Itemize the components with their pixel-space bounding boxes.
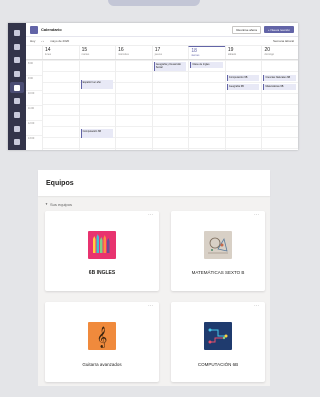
chat-icon[interactable] [10, 41, 24, 53]
time-label: 11:00 [26, 105, 42, 120]
activity-icon[interactable] [10, 27, 24, 39]
files-icon[interactable] [10, 109, 24, 121]
calendar-event[interactable]: Geografía y Desarrollo Social [153, 62, 187, 71]
new-meeting-button[interactable]: + Nueva reunión [263, 26, 294, 33]
month-picker[interactable]: mayo de 2020 [50, 39, 69, 43]
top-decoration [108, 0, 200, 6]
more-options-icon[interactable]: ··· [148, 303, 153, 309]
calendar-event[interactable]: Computación 6B [226, 75, 260, 81]
time-column: 8:00 9:00 10:00 11:00 12:00 13:00 [26, 60, 42, 150]
calendar-toolbar: Hoy ‹ › mayo de 2020 Semana laboral [26, 37, 298, 46]
calendar-event[interactable]: Matemáticas 6B [263, 84, 297, 90]
day-column[interactable]: Ciencias Naturales 6B Matemáticas 6B [261, 60, 298, 150]
time-label: 12:00 [26, 120, 42, 135]
crayons-icon [88, 231, 116, 259]
day-column[interactable] [115, 60, 152, 150]
team-card[interactable]: ··· 𝄞 Guitarra avanzados [45, 302, 159, 382]
day-header[interactable]: 17 jueves [151, 46, 189, 59]
day-header[interactable]: 19 sábado [224, 46, 262, 59]
day-header[interactable]: 16 miércoles [115, 46, 152, 59]
calendar-event[interactable]: Ciencias Naturales 6B [263, 75, 297, 81]
team-card[interactable]: ··· 6B INGLES [45, 211, 159, 291]
day-header-today[interactable]: 18 viernes [188, 46, 225, 59]
calendar-icon[interactable] [10, 81, 24, 94]
calendar-title: Calendario [41, 27, 62, 32]
time-label: 9:00 [26, 75, 42, 90]
meet-now-button[interactable]: Reunirse ahora [232, 25, 261, 34]
calendar-event[interactable]: Geografía 6B [226, 84, 260, 90]
section-label: Sus equipos [49, 201, 72, 207]
teams-panel: Equipos ▼ Sus equipos ··· 6B INGLES ··· … [38, 170, 270, 386]
prev-next-arrows[interactable]: ‹ › [41, 39, 44, 43]
day-column[interactable]: Computación 6B Geografía 6B [224, 60, 262, 150]
svg-text:𝄞: 𝄞 [97, 327, 108, 348]
help-icon[interactable] [10, 136, 24, 148]
calendar-event[interactable]: Clase de Ingles [190, 62, 223, 68]
team-name: Guitarra avanzados [82, 362, 122, 367]
today-button[interactable]: Hoy [30, 39, 35, 43]
calendar-app-icon [30, 25, 38, 34]
teams-section-toggle[interactable]: ▼ Sus equipos [38, 198, 270, 210]
day-column[interactable] [42, 60, 79, 150]
calendar-event[interactable]: Computación 6B [80, 129, 114, 138]
day-header[interactable]: 20 domingo [261, 46, 298, 59]
day-header[interactable]: 14 lunes [42, 46, 79, 59]
more-options-icon[interactable]: ··· [254, 212, 259, 218]
team-name: MATEMÁTICAS SEXTO B [191, 270, 245, 275]
day-column[interactable]: Español 1er año Computación 6B [78, 60, 116, 150]
calendar-screenshot: Calendario Reunirse ahora + Nueva reunió… [8, 23, 298, 150]
day-header[interactable]: 15 martes [78, 46, 116, 59]
assignments-icon[interactable] [10, 68, 24, 80]
view-selector[interactable]: Semana laboral [273, 39, 294, 43]
team-card[interactable]: ··· COMPUTACIÓN 6B [171, 302, 265, 382]
calendar-event[interactable]: Español 1er año [80, 80, 114, 89]
app-rail [8, 23, 26, 150]
time-label: 8:00 [26, 60, 42, 75]
circuit-icon [204, 322, 232, 350]
calendar-header: Calendario Reunirse ahora + Nueva reunió… [26, 23, 298, 37]
teams-title: Equipos [46, 179, 74, 187]
day-header-row: 14 lunes 15 martes 16 miércoles 17 jueves 18… [26, 46, 298, 60]
calendar-main: Calendario Reunirse ahora + Nueva reunió… [26, 23, 298, 150]
team-name: COMPUTACIÓN 6B [197, 362, 239, 367]
calendar-grid: 8:00 9:00 10:00 11:00 12:00 13:00 Españo… [26, 60, 298, 150]
treble-clef-icon: 𝄞 [88, 322, 116, 350]
caret-down-icon: ▼ [45, 202, 48, 206]
teams-icon[interactable] [10, 54, 24, 66]
team-name: 6B INGLES [88, 270, 116, 276]
more-options-icon[interactable]: ··· [148, 212, 153, 218]
more-options-icon[interactable]: ··· [254, 303, 259, 309]
team-card[interactable]: ··· MATEMÁTICAS SEXTO B [171, 211, 265, 291]
day-column[interactable]: Geografía y Desarrollo Social [151, 60, 189, 150]
time-label: 13:00 [26, 135, 42, 150]
teams-header: Equipos [38, 170, 270, 196]
apps-icon[interactable] [10, 123, 24, 135]
time-label: 10:00 [26, 90, 42, 105]
calls-icon[interactable] [10, 95, 24, 107]
math-drawing-icon [204, 231, 232, 259]
day-column[interactable]: Clase de Ingles [188, 60, 225, 150]
